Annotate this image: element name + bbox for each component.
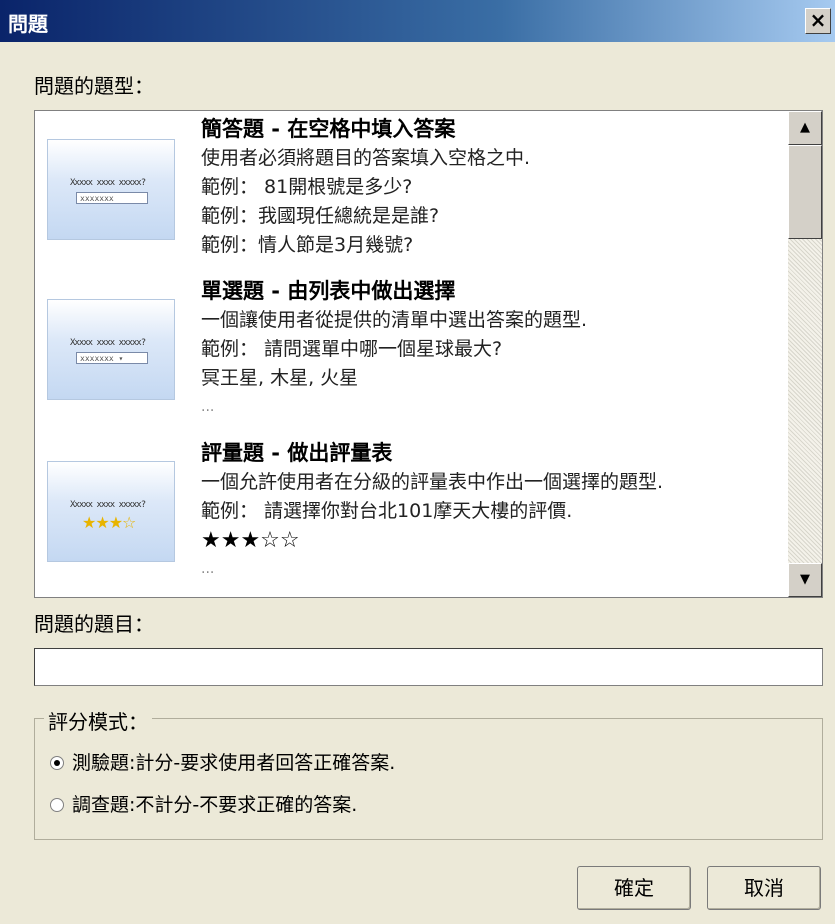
item-description: 一個讓使用者從提供的清單中選出答案的題型. — [201, 309, 588, 331]
item-description: 使用者必須將題目的答案填入空格之中. — [201, 147, 531, 169]
question-title-label: 問題的題目： — [34, 612, 154, 636]
scroll-thumb[interactable] — [788, 145, 822, 239]
textbox-icon: Xxxxx xxxx xxxxx? xxxxxxx — [47, 139, 175, 240]
item-example: 範例： 81開根號是多少? — [201, 176, 413, 198]
item-ellipsis: ... — [201, 399, 215, 415]
close-button[interactable]: × — [805, 8, 831, 34]
thumbnail-dropdown: xxxxxxx ▾ — [76, 352, 148, 364]
cancel-button[interactable]: 取消 — [707, 866, 821, 910]
item-example: 範例：情人節是3月幾號? — [201, 234, 414, 256]
scoring-mode-group — [34, 718, 823, 840]
item-example: 範例： 請選擇你對台北101摩天大樓的評價. — [201, 500, 573, 522]
window-title: 問題 — [8, 12, 48, 36]
radio-label: 調查題:不計分-不要求正確的答案. — [72, 794, 358, 816]
scroll-down-button[interactable]: ▼ — [788, 563, 822, 597]
item-example-stars: ★★★☆☆ — [201, 528, 300, 553]
scoring-mode-legend: 評分模式： — [44, 706, 152, 735]
question-type-list[interactable]: Xxxxx xxxx xxxxx? xxxxxxx 簡答題 - 在空格中填入答案… — [34, 110, 823, 598]
thumbnail-question: Xxxxx xxxx xxxxx? — [70, 338, 146, 348]
list-item-short-answer[interactable]: Xxxxx xxxx xxxxx? xxxxxxx 簡答題 - 在空格中填入答案… — [35, 115, 789, 265]
scroll-up-button[interactable]: ▲ — [788, 111, 822, 145]
radio-button-checked[interactable] — [50, 756, 64, 770]
radio-label: 測驗題:計分-要求使用者回答正確答案. — [72, 752, 396, 774]
radio-button-unchecked[interactable] — [50, 798, 64, 812]
thumbnail-stars: ★★★☆ — [82, 513, 136, 532]
title-bar: 問題 × — [0, 0, 835, 42]
vertical-scrollbar[interactable]: ▲ ▼ — [788, 111, 822, 597]
thumbnail-textbox: xxxxxxx — [76, 192, 148, 204]
thumbnail-question: Xxxxx xxxx xxxxx? — [70, 500, 146, 510]
item-description: 一個允許使用者在分級的評量表中作出一個選擇的題型. — [201, 471, 664, 493]
list-item-single-choice[interactable]: Xxxxx xxxx xxxxx? xxxxxxx ▾ 單選題 - 由列表中做出… — [35, 277, 789, 427]
item-ellipsis: ... — [201, 561, 215, 577]
item-title: 評量題 - 做出評量表 — [201, 441, 393, 465]
radio-quiz-scored[interactable]: 測驗題:計分-要求使用者回答正確答案. — [50, 748, 395, 775]
radio-survey-unscored[interactable]: 調查題:不計分-不要求正確的答案. — [50, 790, 357, 817]
thumbnail-question: Xxxxx xxxx xxxxx? — [70, 178, 146, 188]
item-example: 範例：我國現任總統是是誰? — [201, 205, 440, 227]
question-type-label: 問題的題型： — [34, 74, 154, 98]
ok-button[interactable]: 確定 — [577, 866, 691, 910]
question-title-input[interactable] — [34, 648, 823, 686]
item-example: 範例： 請問選單中哪一個星球最大? — [201, 338, 503, 360]
dropdown-icon: Xxxxx xxxx xxxxx? xxxxxxx ▾ — [47, 299, 175, 400]
item-title: 簡答題 - 在空格中填入答案 — [201, 117, 456, 141]
item-example: 冥王星, 木星, 火星 — [201, 367, 359, 389]
list-item-rating[interactable]: Xxxxx xxxx xxxxx? ★★★☆ 評量題 - 做出評量表 一個允許使… — [35, 439, 789, 597]
stars-icon: Xxxxx xxxx xxxxx? ★★★☆ — [47, 461, 175, 562]
item-title: 單選題 - 由列表中做出選擇 — [201, 279, 456, 303]
